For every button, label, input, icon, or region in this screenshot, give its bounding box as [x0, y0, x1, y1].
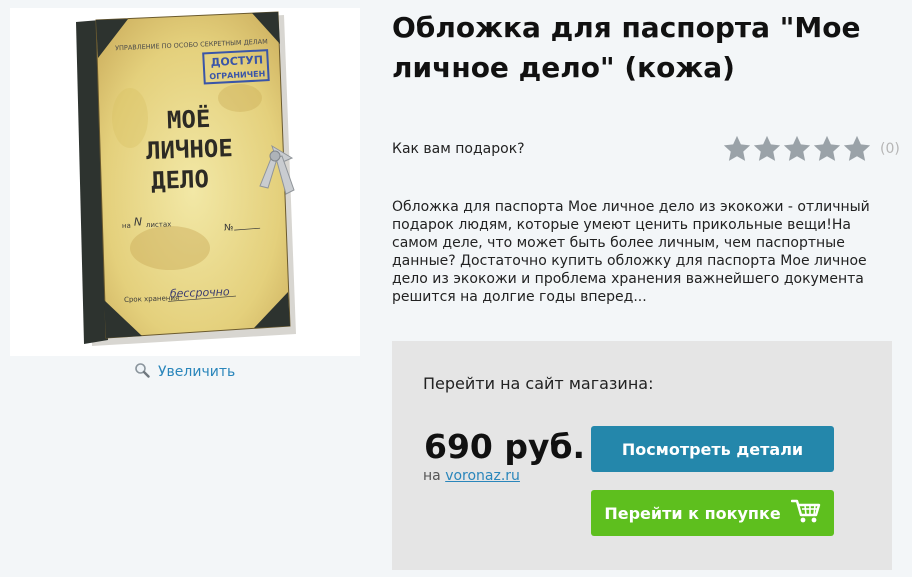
cover-line-3: ДЕЛО: [151, 165, 210, 195]
go-to-purchase-button[interactable]: Перейти к покупке: [591, 490, 834, 536]
zoom-link[interactable]: Увеличить: [134, 362, 235, 382]
star-icon[interactable]: [752, 134, 782, 164]
view-details-button[interactable]: Посмотреть детали: [591, 426, 834, 472]
store-line: на voronaz.ru: [423, 468, 520, 484]
rating-question: Как вам подарок?: [392, 141, 525, 157]
star-icon[interactable]: [842, 134, 872, 164]
go-to-purchase-label: Перейти к покупке: [604, 503, 781, 523]
price: 690 руб.: [424, 427, 586, 466]
sheets-prefix: на: [122, 222, 131, 230]
star-row[interactable]: [722, 134, 872, 164]
shopping-cart-icon: [790, 498, 821, 528]
stamp-line-1: ДОСТУП: [210, 53, 263, 69]
view-details-label: Посмотреть детали: [621, 439, 804, 459]
number-sign: №: [224, 223, 234, 233]
goto-shop-label: Перейти на сайт магазина:: [423, 374, 654, 393]
sheets-value: N: [134, 215, 143, 228]
product-title: Обложка для паспорта "Мое личное дело" (…: [392, 11, 861, 84]
star-icon[interactable]: [782, 134, 812, 164]
magnifier-icon: [134, 362, 150, 382]
store-link[interactable]: voronaz.ru: [445, 468, 520, 484]
storage-value: бессрочно: [170, 285, 230, 300]
product-image[interactable]: УПРАВЛЕНИЕ ПО ОСОБО СЕКРЕТНЫМ ДЕЛАМ ДОСТ…: [10, 8, 360, 356]
product-image-frame[interactable]: УПРАВЛЕНИЕ ПО ОСОБО СЕКРЕТНЫМ ДЕЛАМ ДОСТ…: [10, 8, 360, 356]
cover-line-1: МОЁ: [167, 104, 211, 134]
shop-panel: Перейти на сайт магазина: 690 руб. на vo…: [392, 341, 892, 570]
star-icon[interactable]: [722, 134, 752, 164]
zoom-label[interactable]: Увеличить: [158, 364, 235, 380]
product-description: Обложка для паспорта Мое личное дело из …: [392, 199, 870, 305]
rating-count: (0): [880, 141, 900, 157]
star-rating[interactable]: (0): [722, 134, 900, 164]
store-prefix: на: [423, 468, 441, 484]
star-icon[interactable]: [812, 134, 842, 164]
sheets-suffix: листах: [146, 220, 172, 229]
cover-line-2: ЛИЧНОЕ: [146, 134, 234, 165]
